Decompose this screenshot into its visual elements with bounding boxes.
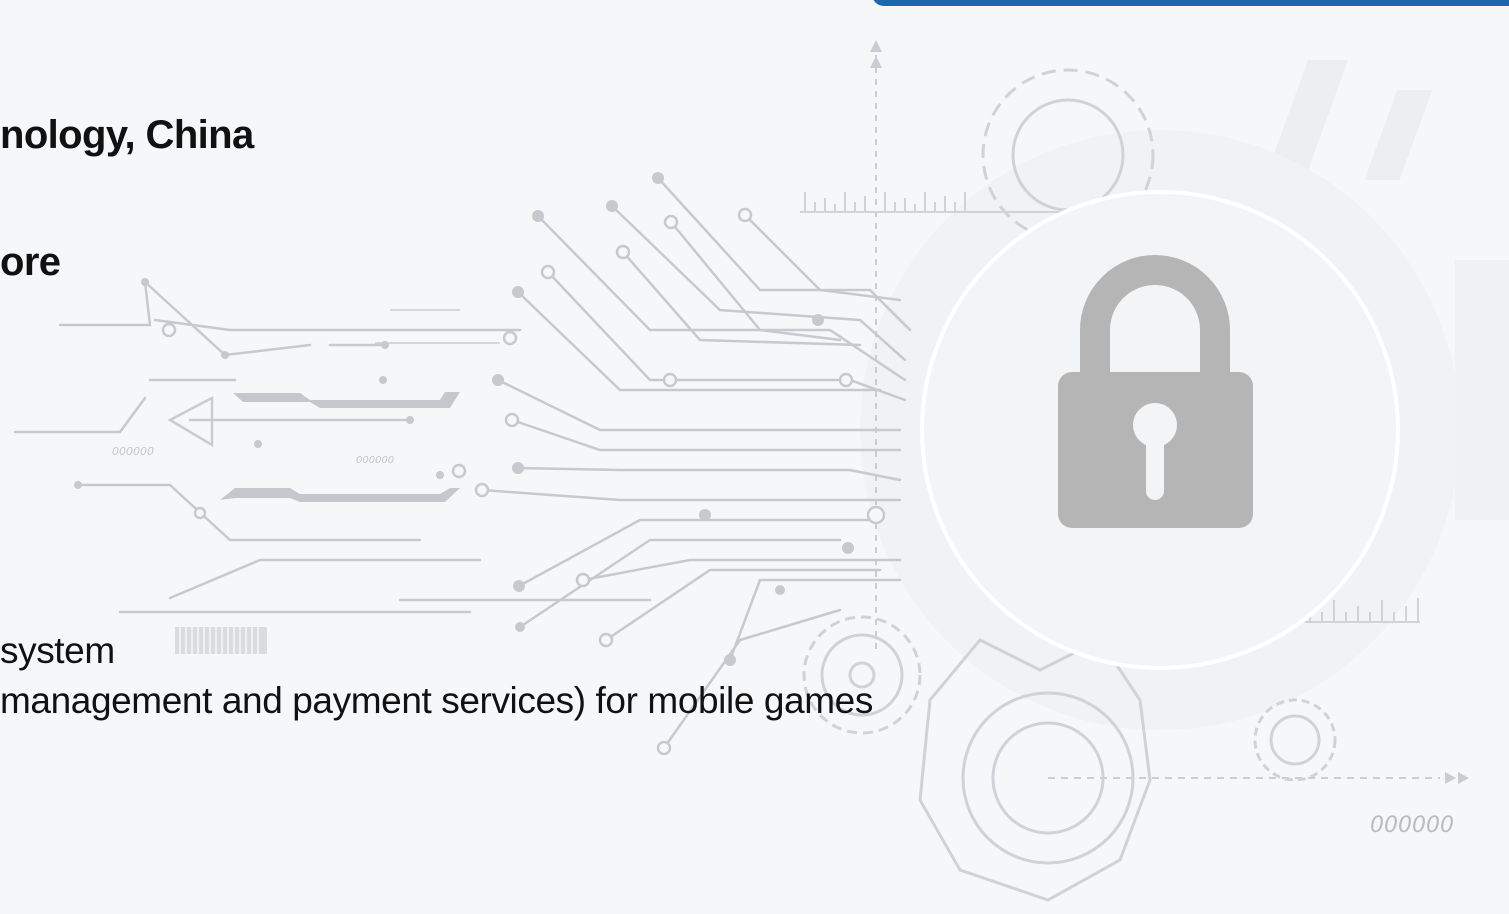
barcode-stripes	[175, 627, 267, 654]
slide: 000000 000000 000000 nology, China ore s…	[0, 0, 1509, 914]
ruler-small	[375, 309, 500, 344]
heading-line-affiliation: nology, China	[0, 113, 254, 157]
deco-label-bottom-right: 000000	[1370, 813, 1454, 838]
body-line-system: system	[0, 630, 115, 671]
deco-label-left: 000000	[112, 445, 154, 458]
heading-line-secondary: ore	[0, 240, 61, 284]
triangle-outline	[167, 395, 214, 448]
body-line-services: management and payment services) for mob…	[0, 680, 873, 721]
deco-label-center: 000000	[356, 455, 394, 466]
circuit-traces	[13, 176, 912, 750]
